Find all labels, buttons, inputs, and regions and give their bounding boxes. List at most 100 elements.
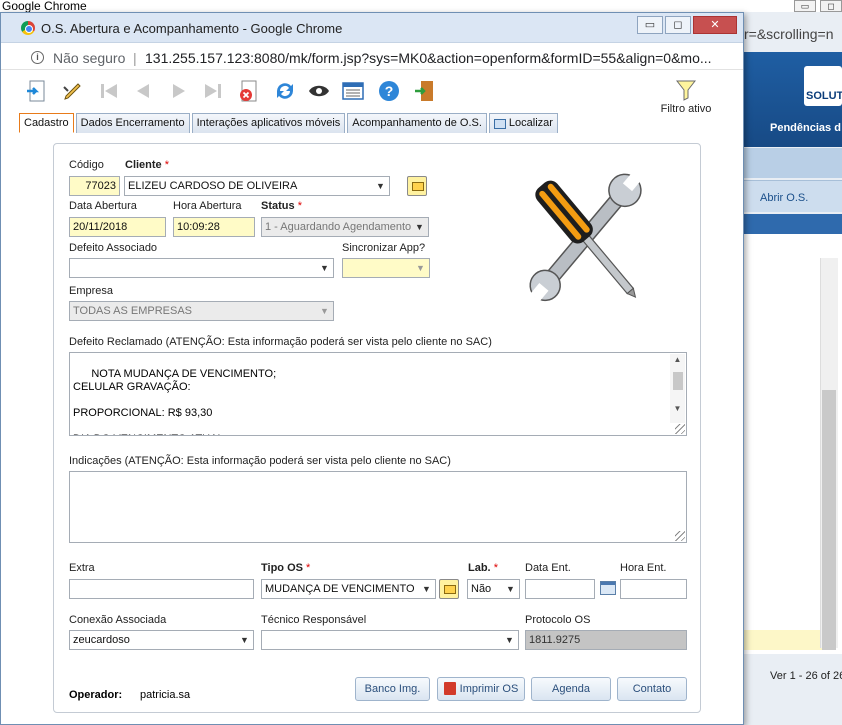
codigo-label: Código — [69, 159, 104, 171]
filtro-ativo-button[interactable]: Filtro ativo — [655, 79, 717, 115]
resize-grip-icon[interactable] — [675, 531, 685, 541]
tab-interacoes-aplicativos[interactable]: Interações aplicativos móveis — [191, 113, 346, 133]
empresa-value: TODAS AS EMPRESAS — [73, 305, 193, 317]
hora-ent-label: Hora Ent. — [620, 562, 667, 574]
tab-interacoes-label: Interações aplicativos móveis — [196, 117, 341, 129]
calendar-icon[interactable] — [600, 581, 616, 595]
address-bar[interactable]: i Não seguro | 131.255.157.123:8080/mk/f… — [1, 44, 743, 70]
pdf-icon — [443, 682, 456, 695]
required-mark: * — [297, 200, 302, 212]
empresa-select[interactable]: TODAS AS EMPRESAS ▼ — [69, 301, 334, 321]
lab-select[interactable]: Não ▼ — [467, 579, 520, 599]
security-label: Não seguro — [53, 50, 126, 66]
contato-label: Contato — [632, 683, 672, 695]
resize-grip-icon[interactable] — [675, 424, 685, 434]
background-minimize-button[interactable]: ▭ — [794, 0, 816, 12]
lab-label-text: Lab. — [468, 562, 491, 574]
agenda-label: Agenda — [552, 683, 590, 695]
tab-acompanhamento-os[interactable]: Acompanhamento de O.S. — [347, 113, 487, 133]
hora-abertura-label: Hora Abertura — [173, 200, 242, 212]
conexao-label: Conexão Associada — [69, 614, 167, 626]
chevron-down-icon: ▼ — [320, 306, 329, 316]
cliente-label: Cliente * — [125, 159, 169, 171]
conexao-select[interactable]: zeucardoso ▼ — [69, 630, 254, 650]
agenda-button[interactable]: Agenda — [531, 677, 611, 701]
window-titlebar[interactable]: O.S. Abertura e Acompanhamento - Google … — [1, 13, 743, 43]
tipo-os-label: Tipo OS * — [261, 562, 310, 574]
search-window-icon — [493, 118, 506, 129]
chevron-down-icon: ▼ — [416, 263, 425, 273]
imprimir-os-button[interactable]: Imprimir OS — [437, 677, 525, 701]
data-abertura-field[interactable]: 20/11/2018 — [69, 217, 166, 237]
background-version-text: Ver 1 - 26 of 26 — [770, 670, 842, 682]
url-text[interactable]: 131.255.157.123:8080/mk/form.jsp?sys=MK0… — [145, 50, 735, 66]
status-select[interactable]: 1 - Aguardando Agendamento ▼ — [261, 217, 429, 237]
previous-record-icon[interactable] — [131, 79, 155, 103]
textarea-scrollbar[interactable]: ▲ ▼ — [670, 354, 685, 423]
list-view-icon[interactable] — [341, 79, 365, 103]
minimize-button[interactable]: ▭ — [637, 16, 663, 34]
defeito-reclamado-textarea[interactable]: NOTA MUDANÇA DE VENCIMENTO; CELULAR GRAV… — [69, 352, 687, 436]
codigo-field[interactable]: 77023 — [69, 176, 120, 196]
chevron-down-icon: ▼ — [415, 222, 424, 232]
cliente-select[interactable]: ELIZEU CARDOSO DE OLIVEIRA ▼ — [124, 176, 390, 196]
cliente-value: ELIZEU CARDOSO DE OLIVEIRA — [128, 180, 298, 192]
required-mark: * — [164, 159, 170, 171]
background-maximize-button[interactable]: ◻ — [820, 0, 842, 12]
form-tabs: Cadastro Dados Encerramento Interações a… — [19, 113, 558, 133]
extra-field[interactable] — [69, 579, 254, 599]
background-grid-header — [744, 214, 842, 234]
maximize-button[interactable]: ◻ — [665, 16, 691, 34]
scroll-thumb[interactable] — [673, 372, 683, 390]
info-icon[interactable]: i — [31, 51, 44, 64]
preview-icon[interactable] — [307, 79, 331, 103]
scroll-up-icon[interactable]: ▲ — [670, 354, 685, 366]
sincronizar-select[interactable]: ▼ — [342, 258, 430, 278]
background-selected-row[interactable] — [744, 630, 824, 650]
edit-icon[interactable] — [61, 79, 85, 103]
window-controls: ▭ ◻ ✕ — [637, 16, 737, 34]
hora-abertura-field[interactable]: 10:09:28 — [173, 217, 255, 237]
tab-localizar[interactable]: Localizar — [488, 113, 558, 133]
refresh-icon[interactable] — [273, 79, 297, 103]
data-ent-field[interactable] — [525, 579, 595, 599]
background-title: Google Chrome — [0, 0, 842, 12]
first-record-icon[interactable] — [97, 79, 121, 103]
extra-label: Extra — [69, 562, 95, 574]
filter-icon — [676, 80, 696, 101]
conexao-value: zeucardoso — [73, 634, 130, 646]
tab-localizar-label: Localizar — [508, 117, 553, 129]
tab-dados-encerramento[interactable]: Dados Encerramento — [75, 113, 190, 133]
next-record-icon[interactable] — [167, 79, 191, 103]
tab-cadastro-label: Cadastro — [24, 116, 69, 129]
last-record-icon[interactable] — [201, 79, 225, 103]
banco-img-label: Banco Img. — [364, 683, 421, 695]
indicacoes-textarea[interactable] — [69, 471, 687, 543]
defeito-associado-select[interactable]: ▼ — [69, 258, 334, 278]
tipo-os-select[interactable]: MUDANÇA DE VENCIMENTO ▼ — [261, 579, 436, 599]
cliente-picker-icon[interactable] — [407, 176, 427, 196]
delete-icon[interactable] — [237, 79, 261, 103]
scroll-down-icon[interactable]: ▼ — [670, 403, 685, 415]
help-icon[interactable]: ? — [377, 79, 401, 103]
chevron-down-icon: ▼ — [376, 181, 385, 191]
hora-ent-field[interactable] — [620, 579, 687, 599]
required-mark: * — [306, 562, 311, 574]
tipo-os-picker-icon[interactable] — [439, 579, 459, 599]
background-abrir-os-button[interactable]: Abrir O.S. — [744, 180, 842, 212]
background-toolbar — [744, 148, 842, 178]
close-button[interactable]: ✕ — [693, 16, 737, 34]
new-record-icon[interactable] — [25, 79, 49, 103]
cadastro-form: Código Cliente * 77023 ELIZEU CARDOSO DE… — [53, 143, 701, 713]
tools-illustration — [529, 172, 642, 302]
status-label: Status * — [261, 200, 302, 212]
background-scrollbar-thumb[interactable] — [822, 390, 836, 650]
tab-dados-encerramento-label: Dados Encerramento — [80, 117, 185, 129]
os-window: O.S. Abertura e Acompanhamento - Google … — [0, 12, 744, 725]
contato-button[interactable]: Contato — [617, 677, 687, 701]
exit-icon[interactable] — [413, 79, 437, 103]
tab-cadastro[interactable]: Cadastro — [19, 113, 74, 133]
banco-img-button[interactable]: Banco Img. — [355, 677, 430, 701]
chevron-down-icon: ▼ — [505, 635, 514, 645]
tecnico-select[interactable]: ▼ — [261, 630, 519, 650]
